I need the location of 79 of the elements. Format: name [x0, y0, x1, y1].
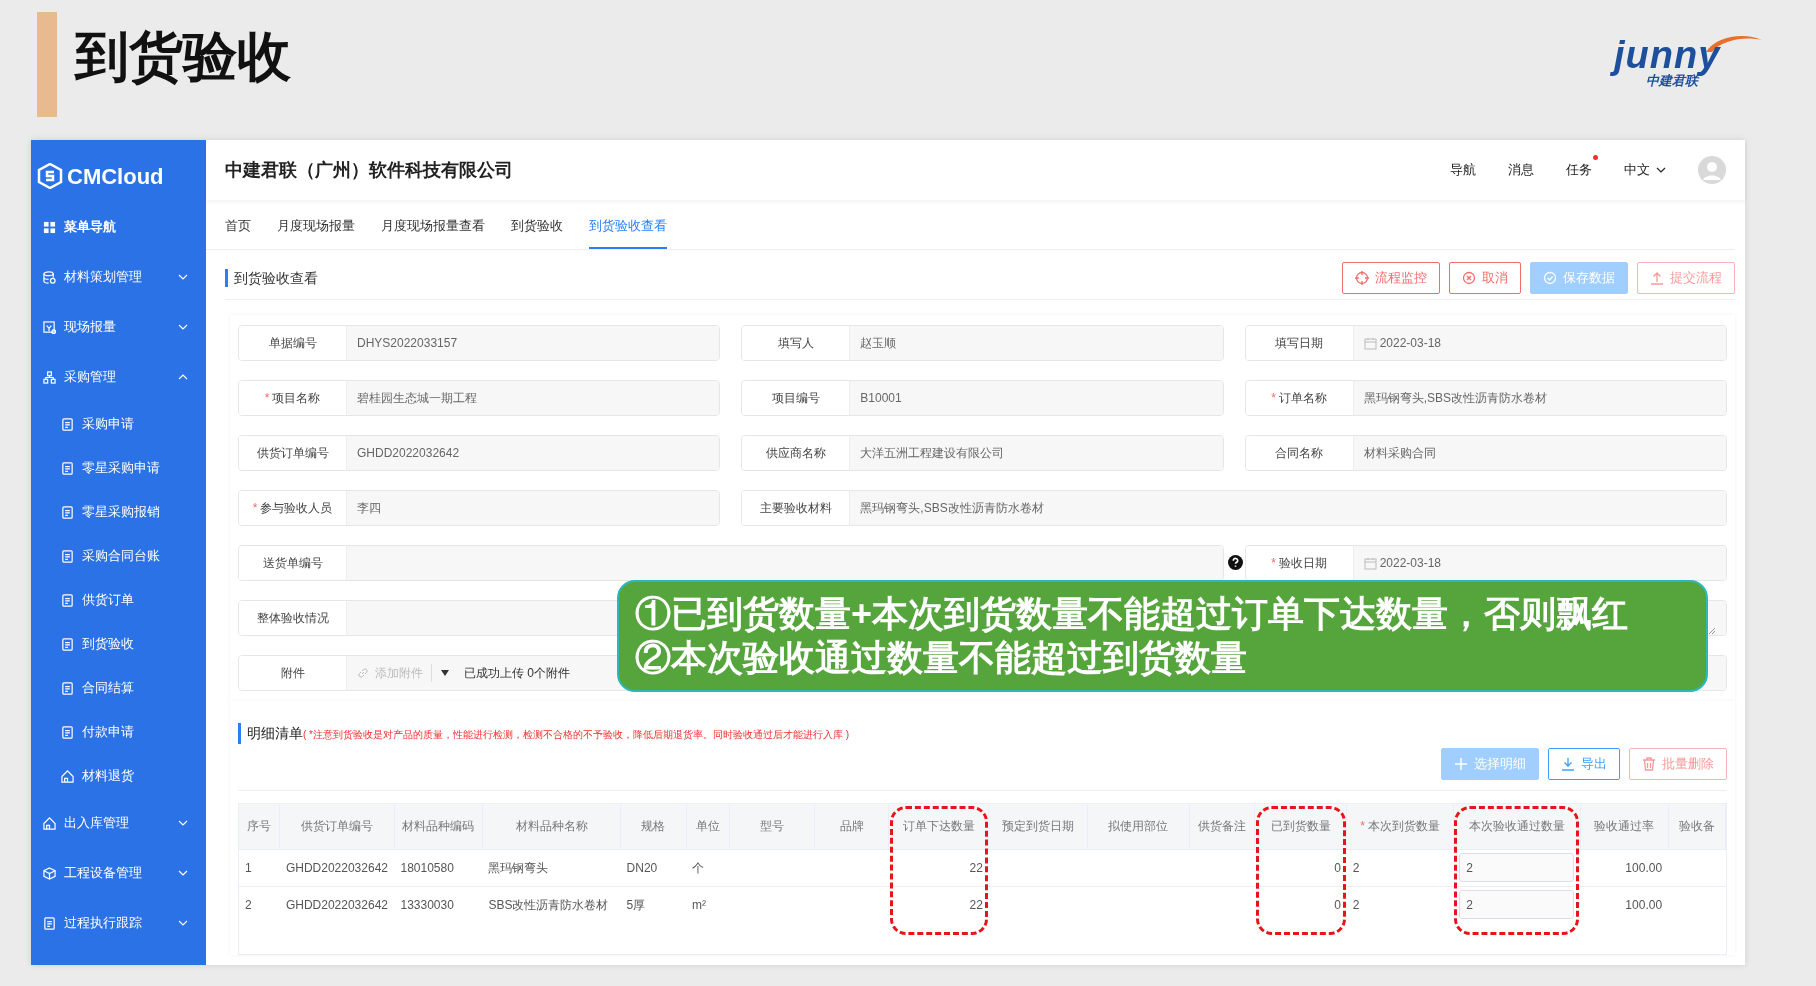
- field-label: 填写人: [777, 335, 814, 352]
- table-cell: 22: [888, 886, 989, 923]
- table-cell: 5厚: [620, 886, 687, 923]
- required-mark: *: [1360, 819, 1365, 834]
- column-header: 本次验收通过数量: [1453, 804, 1581, 849]
- column-header: 规格: [620, 804, 687, 849]
- table-cell: 100.00: [1580, 886, 1669, 923]
- table-cell: GHDD2022032642: [279, 849, 395, 886]
- column-header: 材料品种名称: [482, 804, 621, 849]
- field-label: 送货单编号: [262, 555, 323, 572]
- callout-line: ②本次验收通过数量不能超过到货数量: [635, 636, 1248, 680]
- table-cell: m²: [686, 886, 729, 923]
- column-header: 单位: [686, 804, 729, 849]
- field-value: B10001: [860, 390, 902, 407]
- table-cell: 个: [686, 849, 729, 886]
- slide-title: 到货验收: [75, 25, 291, 88]
- field-value: 碧桂园生态城一期工程: [357, 390, 477, 407]
- column-header: 品牌: [814, 804, 889, 849]
- column-header: 已到货数量: [1254, 804, 1347, 849]
- table-cell: 22: [888, 849, 989, 886]
- column-header: 验收备: [1668, 804, 1726, 849]
- table-cell: 2: [1346, 886, 1454, 923]
- table-cell: 黑玛钢弯头: [482, 849, 621, 886]
- field-label: 附件: [280, 665, 305, 682]
- field-value: 大洋五洲工程建设有限公司: [860, 445, 1005, 462]
- table-cell: 1: [239, 849, 280, 886]
- note-text: ( *注意到货验收是对产品的质量，性能进行检测，检测不合格的不予验收，降低后期退货率。同时验收通过后才能进行入库 ): [303, 729, 850, 742]
- field-value: GHDD2022032642: [357, 445, 460, 462]
- table-cell: DN20: [620, 849, 687, 886]
- column-header: 型号: [729, 804, 815, 849]
- upload-status: 已成功上传 0个附件: [464, 665, 570, 682]
- table-cell: 18010580: [394, 849, 483, 886]
- field-label: 合同名称: [1275, 445, 1324, 462]
- company-name: 中建君联（广州）软件科技有限公司: [225, 158, 513, 182]
- field-label: 项目编号: [771, 390, 820, 407]
- field-value: 2022-03-18: [1379, 335, 1442, 352]
- field-value: DHYS2022033157: [357, 335, 458, 352]
- required-mark: *: [252, 500, 258, 517]
- field-label: 单据编号: [268, 335, 317, 352]
- field-value: 黑玛钢弯头,SBS改性沥青防水卷材: [1363, 390, 1547, 407]
- table-cell: 2: [239, 886, 280, 923]
- field-label: 供货订单编号: [256, 445, 329, 462]
- field-label: 整体验收情况: [256, 610, 329, 627]
- field-value: 赵玉顺: [860, 335, 897, 352]
- table-cell: 2: [1346, 849, 1454, 886]
- table-cell: 0: [1254, 849, 1347, 886]
- column-header: * 本次到货数量: [1346, 804, 1454, 849]
- section-title: 明细清单: [238, 723, 303, 744]
- required-mark: *: [1271, 555, 1276, 572]
- field-label: 项目名称: [272, 390, 321, 407]
- column-header: 预定到货日期: [988, 804, 1088, 849]
- field-label: 参与验收人员: [260, 500, 333, 517]
- field-value: 黑玛钢弯头,SBS改性沥青防水卷材: [860, 500, 1044, 517]
- brand-name: CMCloud: [67, 162, 164, 191]
- column-header: 供货备注: [1189, 804, 1255, 849]
- field-label: 填写日期: [1275, 335, 1324, 352]
- table-cell: 100.00: [1580, 849, 1669, 886]
- field-value: 2022-03-18: [1379, 555, 1442, 572]
- required-mark: *: [1271, 390, 1276, 407]
- page-title: 到货验收查看: [225, 268, 318, 287]
- column-header: 拟使用部位: [1087, 804, 1190, 849]
- table-cell: GHDD2022032642: [279, 886, 395, 923]
- column-header: 序号: [239, 804, 280, 849]
- required-mark: *: [264, 390, 270, 407]
- column-header: 材料品种编码: [394, 804, 483, 849]
- column-header: 供货订单编号: [279, 804, 395, 849]
- field-label: 主要验收材料: [759, 500, 832, 517]
- logo-subtitle: 中建君联: [1646, 74, 1698, 87]
- field-label: 验收日期: [1279, 555, 1327, 572]
- table-cell: 0: [1254, 886, 1347, 923]
- field-value: 李四: [357, 500, 381, 517]
- field-label: 订单名称: [1279, 390, 1327, 407]
- table-cell: 13330030: [394, 886, 483, 923]
- field-value: 材料采购合同: [1363, 445, 1436, 462]
- field-label: 供应商名称: [765, 445, 826, 462]
- column-header: 订单下达数量: [888, 804, 989, 849]
- table-cell: SBS改性沥青防水卷材: [482, 886, 621, 923]
- callout-line: ①已到货数量+本次到货数量不能超过订单下达数量，否则飘红: [635, 592, 1630, 636]
- column-header: 验收通过率: [1580, 804, 1669, 849]
